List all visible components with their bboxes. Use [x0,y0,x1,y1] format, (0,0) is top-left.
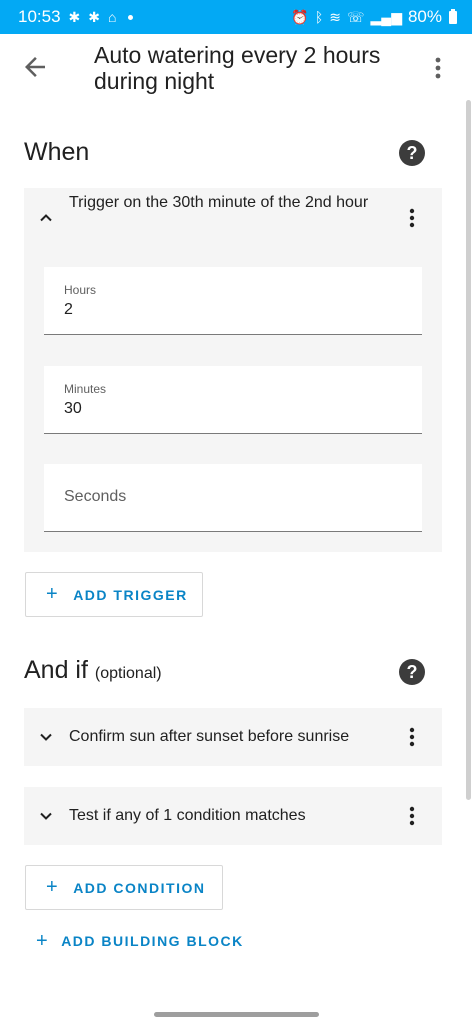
page-title: Auto watering every 2 hours during night [94,42,381,94]
seconds-placeholder: Seconds [64,488,127,505]
add-building-block-label: ADD BUILDING BLOCK [61,933,244,949]
condition-title: Confirm sun after sunset before sunrise [69,728,350,745]
bluetooth-icon: ᛒ [314,9,324,25]
wifi-call-icon: ☏ [347,9,365,25]
battery-level: 80% [407,7,442,26]
fan-icon: ✱ [68,9,81,25]
wifi-icon: ≋ [329,9,341,25]
hours-label: Hours [64,283,97,297]
notification-dot-icon [128,14,134,20]
scrollbar[interactable] [466,100,471,800]
chevron-down-icon [40,733,52,741]
chevron-up-icon [40,214,52,222]
signal-icon: ▂▄▆ [370,9,402,25]
minutes-field[interactable]: Minutes 30 [44,366,422,434]
add-condition-label: ADD CONDITION [73,879,206,896]
section-title-and-if: And if (optional) [24,656,162,685]
battery-icon [449,9,457,24]
app-bar: Auto watering every 2 hours during night [0,34,472,104]
trigger-card: Trigger on the 30th minute of the 2nd ho… [24,188,442,552]
back-button[interactable] [20,52,50,82]
minutes-label: Minutes [64,382,107,396]
more-vertical-icon[interactable] [402,804,422,828]
fan-icon-2: ✱ [88,9,101,25]
condition-card[interactable]: Test if any of 1 condition matches [24,787,442,845]
plus-icon: + [46,876,60,898]
status-bar: 10:53 ✱ ✱ ⌂ ⏰ ᛒ ≋ ☏ ▂▄▆ 80% [0,0,472,34]
plus-icon: + [36,929,50,952]
alarm-icon: ⏰ [291,9,309,25]
optional-label: (optional) [94,665,162,682]
hours-field[interactable]: Hours 2 [44,267,422,335]
more-vertical-icon[interactable] [402,206,422,230]
minutes-value: 30 [64,400,82,417]
chevron-down-icon [40,812,52,820]
add-condition-button[interactable]: + ADD CONDITION [25,865,223,910]
gesture-bar[interactable] [154,1012,319,1017]
add-building-block-button[interactable]: + ADD BUILDING BLOCK [36,926,244,956]
help-icon[interactable]: ? [399,140,425,166]
status-time: 10:53 [18,7,61,26]
overflow-menu-button[interactable] [428,54,448,82]
hours-value: 2 [64,301,73,318]
add-trigger-button[interactable]: + ADD TRIGGER [25,572,203,617]
more-vertical-icon[interactable] [402,725,422,749]
home-assistant-icon: ⌂ [108,9,117,25]
trigger-card-header[interactable]: Trigger on the 30th minute of the 2nd ho… [24,188,442,262]
seconds-field[interactable]: Seconds [44,464,422,532]
more-vertical-icon [435,57,441,79]
help-icon[interactable]: ? [399,659,425,685]
condition-title: Test if any of 1 condition matches [69,807,306,824]
arrow-left-icon [25,57,45,77]
plus-icon: + [46,583,60,605]
add-trigger-label: ADD TRIGGER [73,586,188,603]
trigger-title: Trigger on the 30th minute of the 2nd ho… [69,194,369,211]
condition-card[interactable]: Confirm sun after sunset before sunrise [24,708,442,766]
section-title-when: When [24,138,90,166]
and-if-heading: And if [24,656,88,684]
